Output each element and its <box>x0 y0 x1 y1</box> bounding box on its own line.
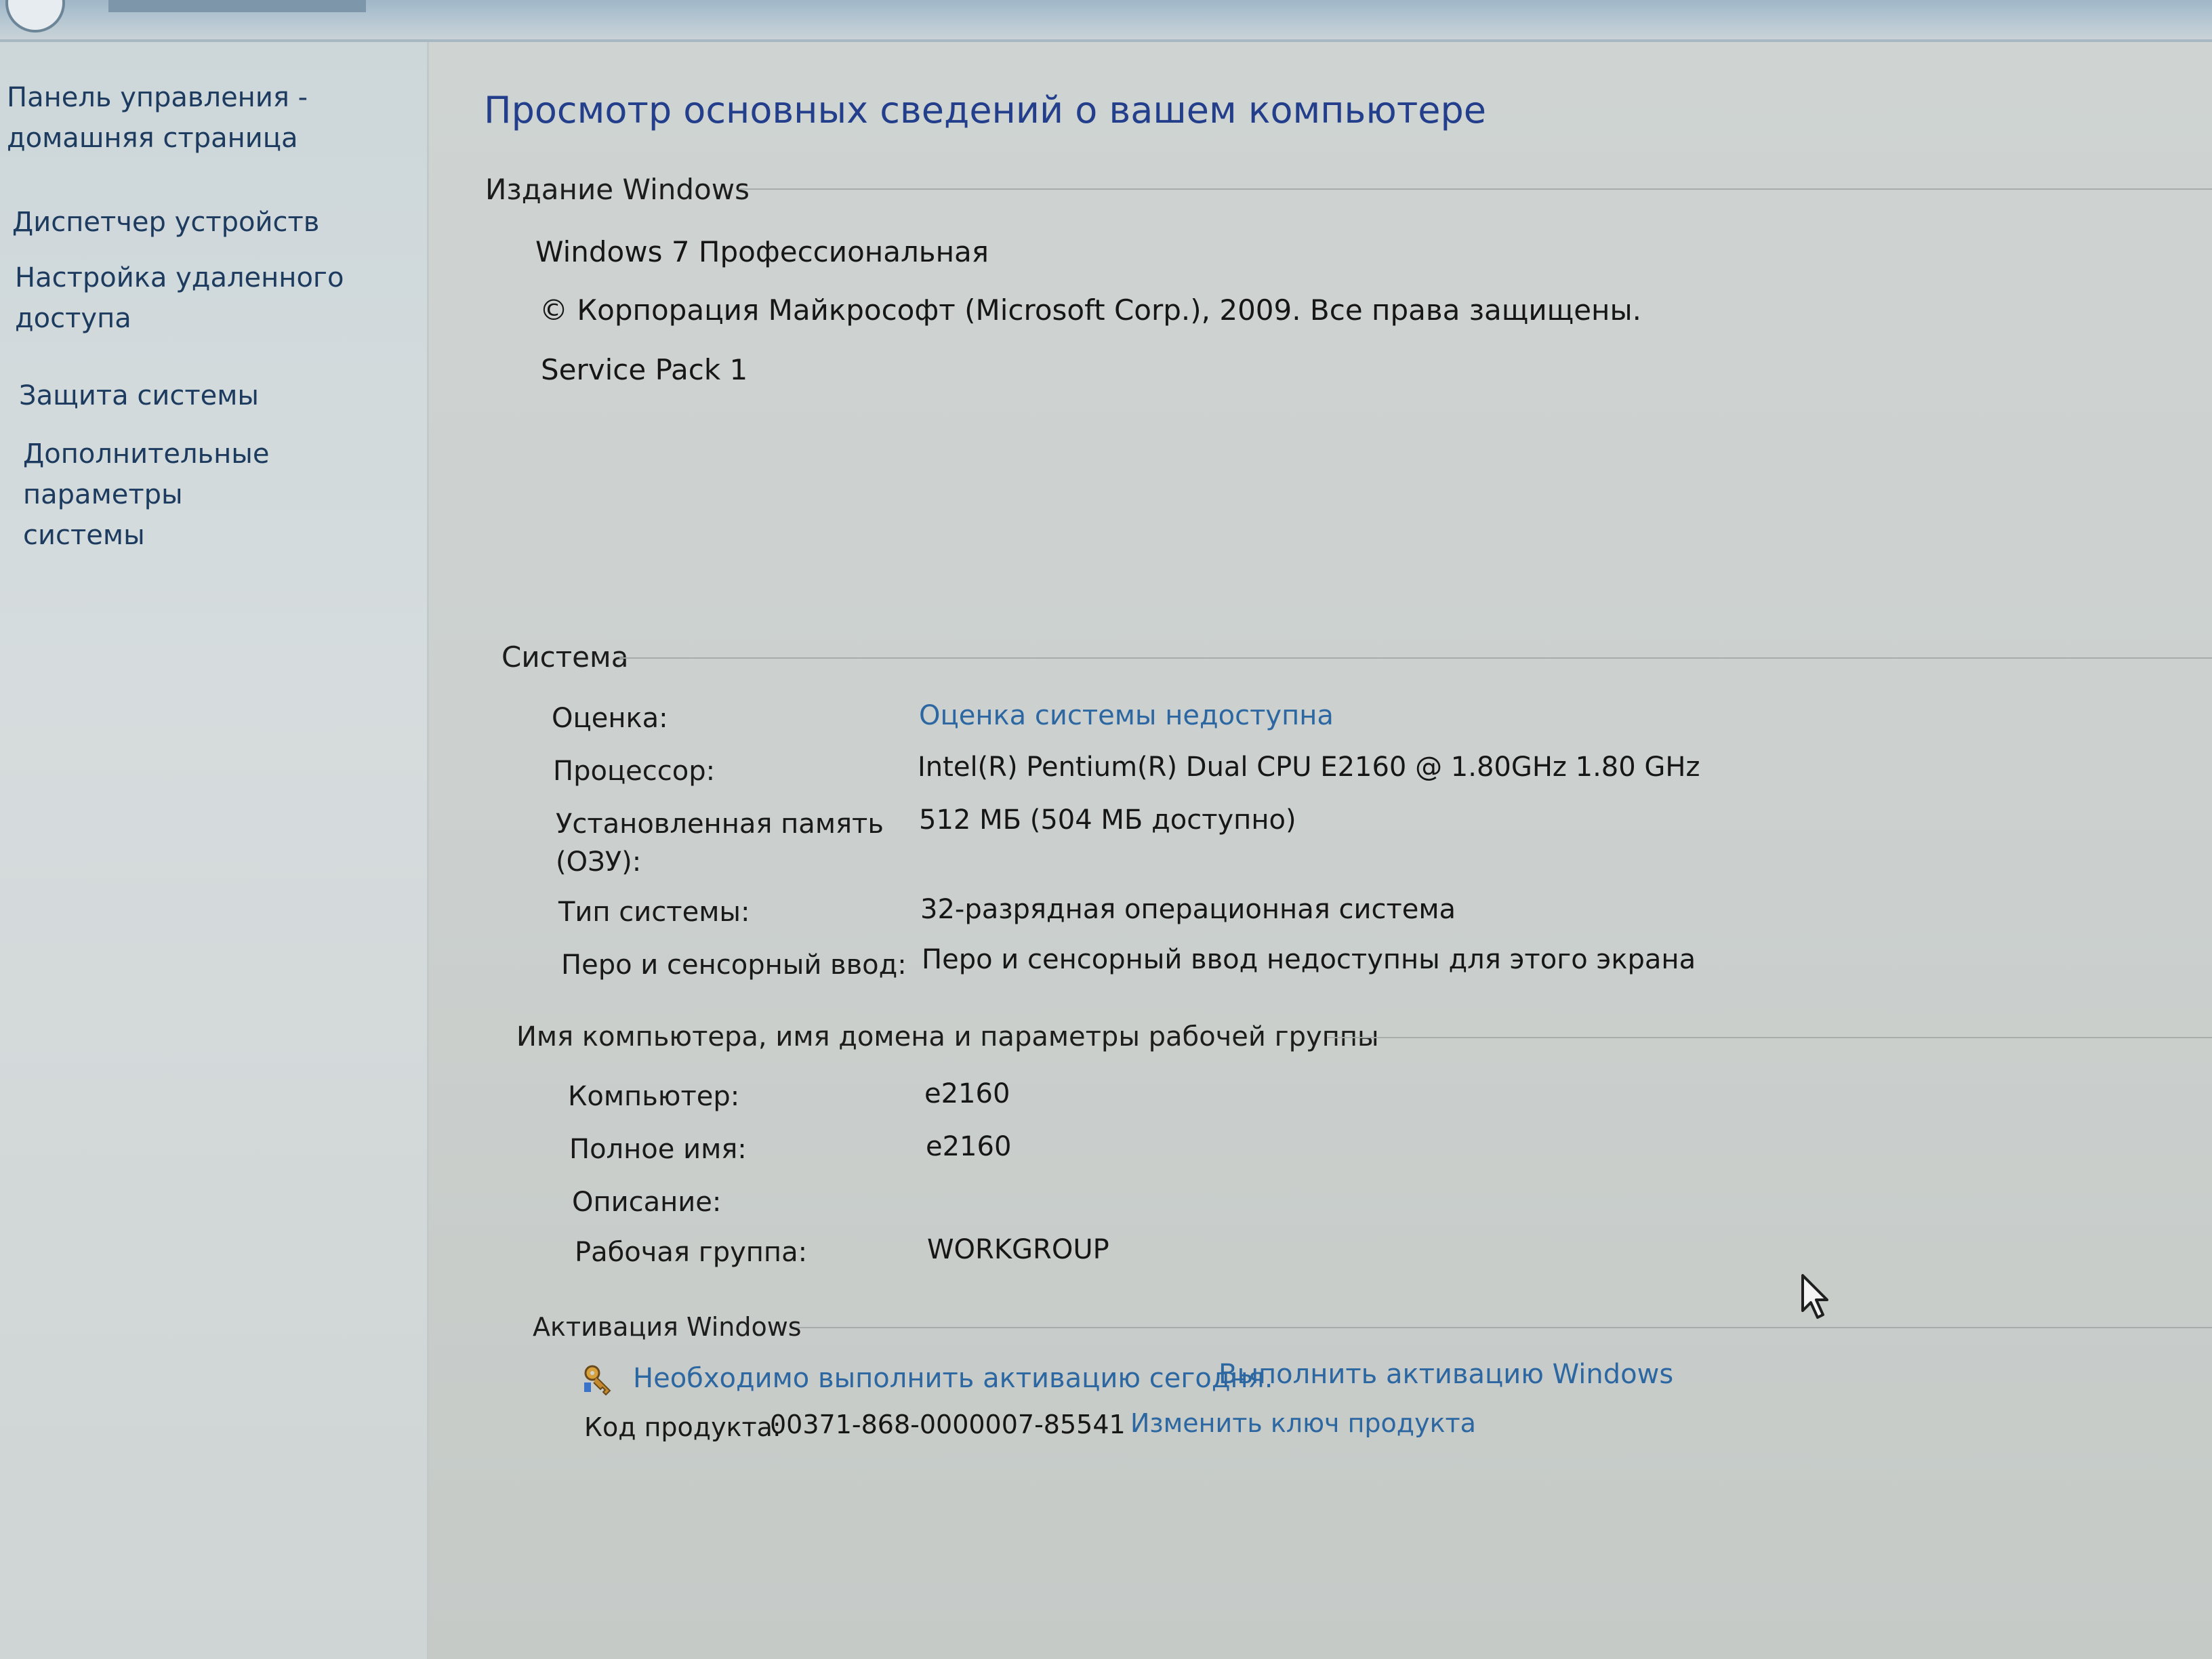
back-button-icon[interactable] <box>5 0 65 33</box>
system-type-value: 32-разрядная операционная система <box>920 894 1456 925</box>
pen-touch-label: Перо и сенсорный ввод: <box>561 949 907 981</box>
windows-copyright-text: © Корпорация Майкрософт (Microsoft Corp.… <box>539 293 1642 327</box>
computer-name-divider <box>1327 1037 2212 1038</box>
windows-edition-value: Windows 7 Профессиональная <box>535 235 989 268</box>
computer-name-heading: Имя компьютера, имя домена и параметры р… <box>516 1021 1379 1052</box>
product-key-label: Код продукта: <box>584 1412 781 1442</box>
workgroup-label: Рабочая группа: <box>575 1237 808 1268</box>
mouse-pointer-icon <box>1799 1273 1832 1320</box>
sidebar-item-advanced-settings[interactable]: Дополнительные параметры системы <box>23 434 427 556</box>
computer-value: e2160 <box>924 1078 1010 1109</box>
activation-heading: Активация Windows <box>533 1312 802 1342</box>
windows-edition-divider <box>739 188 2212 190</box>
memory-value: 512 МБ (504 МБ доступно) <box>919 804 1296 836</box>
processor-value: Intel(R) Pentium(R) Dual CPU E2160 @ 1.8… <box>918 752 1700 783</box>
page-title: Просмотр основных сведений о вашем компь… <box>484 89 1487 131</box>
rating-label: Оценка: <box>552 703 668 734</box>
sidebar-item-device-manager[interactable]: Диспетчер устройств <box>12 202 319 243</box>
activation-divider <box>797 1327 2212 1328</box>
product-key-value: 00371-868-0000007-85541 <box>770 1410 1126 1439</box>
windows-edition-heading: Издание Windows <box>485 173 750 206</box>
change-product-key-link[interactable]: Изменить ключ продукта <box>1130 1404 1476 1442</box>
system-heading: Система <box>501 640 629 674</box>
processor-label: Процессор: <box>553 756 716 787</box>
sidebar-item-remote-settings[interactable]: Настройка удаленного доступа <box>15 258 344 339</box>
title-bar <box>0 0 2212 42</box>
full-name-value: e2160 <box>926 1131 1012 1162</box>
key-icon <box>581 1362 615 1396</box>
system-divider <box>619 657 2212 659</box>
computer-label: Компьютер: <box>568 1081 740 1112</box>
service-pack-text: Service Pack 1 <box>541 353 748 386</box>
system-type-label: Тип системы: <box>558 897 750 928</box>
activate-windows-link[interactable]: Выполнить активацию Windows <box>1218 1355 1673 1393</box>
activation-status-link[interactable]: Необходимо выполнить активацию сегодня. <box>633 1359 1273 1397</box>
address-bar-fragment <box>108 0 366 12</box>
rating-link[interactable]: Оценка системы недоступна <box>919 697 1334 735</box>
sidebar: Панель управления - домашняя страница Ди… <box>0 42 429 1659</box>
sidebar-item-control-panel-home[interactable]: Панель управления - домашняя страница <box>7 77 308 159</box>
description-label: Описание: <box>572 1187 722 1218</box>
screen: Панель управления - домашняя страница Ди… <box>0 0 2212 1659</box>
full-name-label: Полное имя: <box>569 1134 747 1165</box>
pen-touch-value: Перо и сенсорный ввод недоступны для это… <box>922 944 1696 975</box>
sidebar-item-system-protection[interactable]: Защита системы <box>19 375 259 416</box>
workgroup-value: WORKGROUP <box>927 1234 1109 1265</box>
memory-label: Установленная память (ОЗУ): <box>556 808 884 878</box>
